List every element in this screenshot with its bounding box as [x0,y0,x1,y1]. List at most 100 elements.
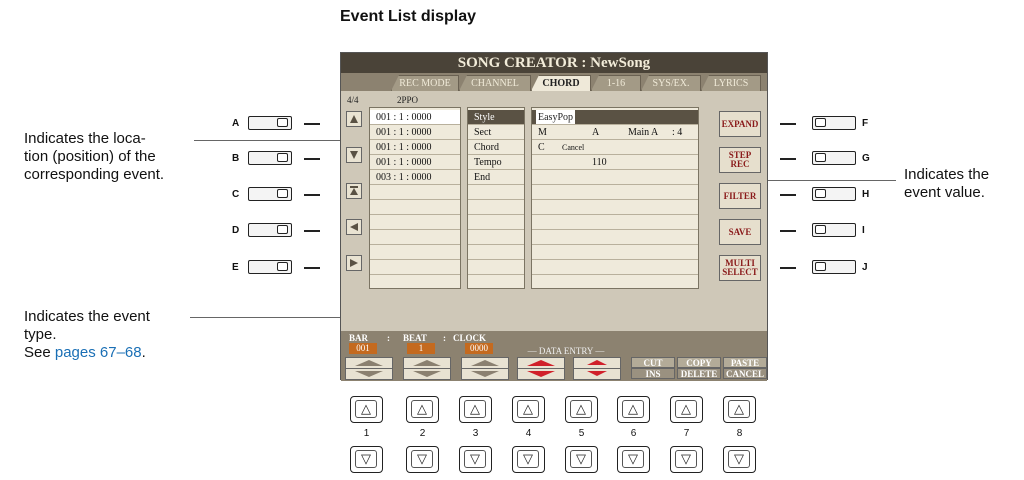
button-4-up[interactable]: △ [512,396,545,423]
beat-value: 1 [407,343,435,354]
paste-button[interactable]: PASTE [723,357,767,368]
hw-letter-i: I [862,225,865,236]
type-row-empty [468,200,524,215]
button-8-down[interactable]: ▽ [723,446,756,473]
multi-select-button[interactable]: MULTI SELECT [719,255,761,281]
button-h[interactable] [812,187,856,201]
left-arrow-icon [350,223,358,231]
button-2-down[interactable]: ▽ [406,446,439,473]
dash-h [780,194,796,196]
delete-button[interactable]: DELETE [677,368,721,379]
nav-left-button[interactable] [346,219,362,235]
button-j[interactable] [812,260,856,274]
button-e[interactable] [248,260,292,274]
pos-row[interactable]: 001 : 1 : 0000 [370,140,460,155]
button-1-label: 1 [363,428,370,439]
sep-1: : [387,333,390,343]
see-text: See [24,344,55,361]
button-3-up[interactable]: △ [459,396,492,423]
down-arrow-icon [350,151,358,159]
type-row[interactable]: Style [468,110,524,125]
tab-sys-ex[interactable]: SYS/EX. [641,75,701,91]
pos-row-empty [370,230,460,245]
value-row[interactable] [532,170,698,185]
tab-rec-mode[interactable]: REC MODE [391,75,459,91]
value-text: Main A [628,127,659,138]
nav-right-button[interactable] [346,255,362,271]
value-column: EasyPop M A Main A : 4 C Cancel 110 [531,107,699,289]
dash-f [780,123,796,125]
type-row-empty [468,230,524,245]
button-g[interactable] [812,151,856,165]
type-row[interactable]: Sect [468,125,524,140]
type-row[interactable]: Chord [468,140,524,155]
ppq-label: 2PPO [397,95,419,105]
button-i[interactable] [812,223,856,237]
down-triangle-icon: ▽ [355,450,377,468]
button-7-down[interactable]: ▽ [670,446,703,473]
ins-button[interactable]: INS [631,368,675,379]
tab-bar: REC MODE CHANNEL CHORD 1-16 SYS/EX. LYRI… [341,73,767,91]
callout-type-line2: type. [24,326,57,343]
step-rec-button[interactable]: STEP REC [719,147,761,173]
button-b[interactable] [248,151,292,165]
dash-c [304,194,320,196]
down-triangle-icon: ▽ [622,450,644,468]
nav-down-button[interactable] [346,147,362,163]
button-7-up[interactable]: △ [670,396,703,423]
cut-button[interactable]: CUT [631,357,675,368]
hw-letter-h: H [862,189,870,200]
nav-up-button[interactable] [346,111,362,127]
button-7-label: 7 [683,428,690,439]
button-3-down[interactable]: ▽ [459,446,492,473]
pos-row[interactable]: 001 : 1 : 0000 [370,110,460,125]
callout-type: Indicates the event type. See pages 67–6… [24,308,204,362]
save-button[interactable]: SAVE [719,219,761,245]
copy-button[interactable]: COPY [677,357,721,368]
button-4-down[interactable]: ▽ [512,446,545,473]
value-row[interactable]: 110 [532,155,698,170]
tab-lyrics[interactable]: LYRICS [701,75,761,91]
expand-button[interactable]: EXPAND [719,111,761,137]
entry4-down-indicator [517,368,565,380]
value-row[interactable]: M A Main A : 4 [532,125,698,140]
filter-button[interactable]: FILTER [719,183,761,209]
button-8-up[interactable]: △ [723,396,756,423]
tab-chord[interactable]: CHORD [531,75,591,91]
hw-letter-b: B [232,153,240,164]
down-triangle-icon: ▽ [675,450,697,468]
dash-e [304,267,320,269]
up-triangle-icon: △ [675,400,697,418]
button-6-up[interactable]: △ [617,396,650,423]
button-5-up[interactable]: △ [565,396,598,423]
pages-link[interactable]: pages 67–68 [55,344,142,361]
type-row[interactable]: End [468,170,524,185]
button-5-down[interactable]: ▽ [565,446,598,473]
button-1-down[interactable]: ▽ [350,446,383,473]
type-row[interactable]: Tempo [468,155,524,170]
cancel-button[interactable]: CANCEL [723,368,767,379]
button-f[interactable] [812,116,856,130]
pos-row[interactable]: 001 : 1 : 0000 [370,125,460,140]
tab-channel[interactable]: CHANNEL [459,75,531,91]
sep-2: : [443,333,446,343]
hw-letter-c: C [232,189,240,200]
up-triangle-icon [527,360,555,366]
button-6-down[interactable]: ▽ [617,446,650,473]
nav-top-button[interactable] [346,183,362,199]
up-triangle-icon: △ [570,400,592,418]
button-d[interactable] [248,223,292,237]
value-row[interactable]: EasyPop [532,110,698,125]
callout-location: Indicates the loca- tion (position) of t… [24,130,165,183]
button-c[interactable] [248,187,292,201]
tab-1-16[interactable]: 1-16 [591,75,641,91]
dash-j [780,267,796,269]
button-a[interactable] [248,116,292,130]
pos-row[interactable]: 003 : 1 : 0000 [370,170,460,185]
position-column: 001 : 1 : 0000 001 : 1 : 0000 001 : 1 : … [369,107,461,289]
up-triangle-icon [413,360,441,366]
button-2-up[interactable]: △ [406,396,439,423]
button-1-up[interactable]: △ [350,396,383,423]
pos-row[interactable]: 001 : 1 : 0000 [370,155,460,170]
value-row[interactable]: C Cancel [532,140,698,155]
